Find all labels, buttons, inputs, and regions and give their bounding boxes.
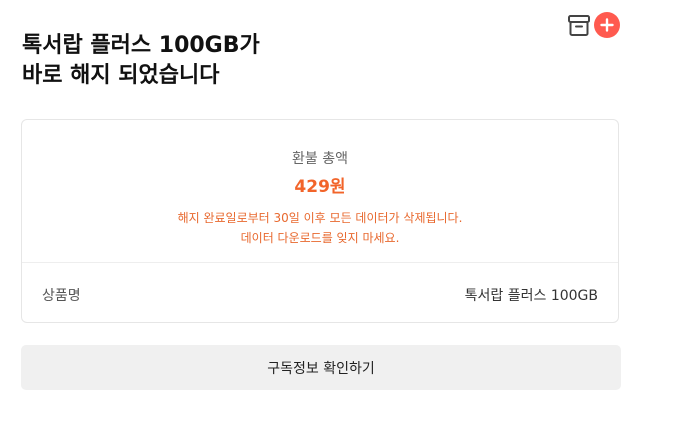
page-title-line-1: 톡서랍 플러스 100GB가 — [22, 33, 260, 58]
box-icon[interactable] — [566, 11, 592, 43]
page-title: 톡서랍 플러스 100GB가 바로 해지 되었습니다 — [22, 31, 260, 91]
header-actions — [566, 11, 622, 39]
notice-line-2: 데이터 다운로드를 잊지 마세요. — [240, 231, 400, 245]
refund-total-amount: 429원 — [294, 177, 346, 197]
notice-line-1: 해지 완료일로부터 30일 이후 모든 데이터가 삭제됩니다. — [177, 211, 463, 225]
refund-total-label: 환불 총액 — [292, 151, 348, 167]
data-deletion-notice: 해지 완료일로부터 30일 이후 모든 데이터가 삭제됩니다. 데이터 다운로드… — [22, 208, 618, 248]
cancellation-complete-page: 톡서랍 플러스 100GB가 바로 해지 되었습니다 환불 총액 429원 해지… — [0, 0, 676, 445]
refund-summary-card: 환불 총액 429원 해지 완료일로부터 30일 이후 모든 데이터가 삭제됩니… — [21, 119, 619, 323]
product-name-value: 톡서랍 플러스 100GB — [464, 288, 598, 304]
product-name-label: 상품명 — [42, 288, 81, 304]
page-title-line-2: 바로 해지 되었습니다 — [22, 63, 220, 88]
plus-icon[interactable] — [594, 12, 620, 38]
product-row: 상품명 톡서랍 플러스 100GB — [22, 263, 618, 323]
view-subscription-button[interactable]: 구독정보 확인하기 — [21, 345, 621, 390]
